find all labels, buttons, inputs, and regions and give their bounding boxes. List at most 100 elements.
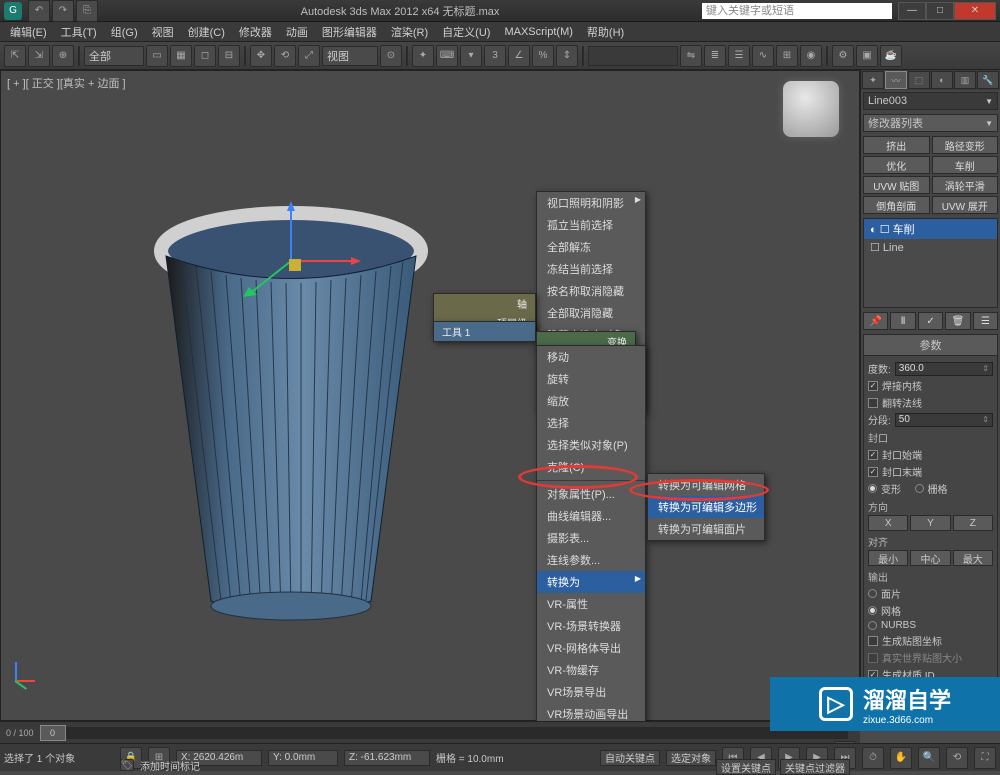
unlink-icon[interactable]: ⇲ xyxy=(28,45,50,67)
ctx-wire-params[interactable]: 连线参数... xyxy=(537,549,645,571)
spinner-snap-icon[interactable]: ⇕ xyxy=(556,45,578,67)
named-selection-dd[interactable] xyxy=(588,46,678,66)
ctx-unfreeze-all[interactable]: 全部解冻 xyxy=(537,236,645,258)
material-icon[interactable]: ◉ xyxy=(800,45,822,67)
coord-y[interactable]: Y: 0.0mm xyxy=(268,750,338,766)
nav-max-icon[interactable]: ⛶ xyxy=(974,747,996,769)
cap-end-checkbox[interactable]: ✓ xyxy=(868,467,878,477)
cap-start-checkbox[interactable]: ✓ xyxy=(868,450,878,460)
mirror-icon[interactable]: ⇋ xyxy=(680,45,702,67)
tab-display-icon[interactable]: ▥ xyxy=(954,71,976,89)
scale-icon[interactable]: ⤢ xyxy=(298,45,320,67)
time-track[interactable]: 0 xyxy=(40,727,848,739)
quad-menu-transform[interactable]: 移动 旋转 缩放 选择 选择类似对象(P) 克隆(C) 对象属性(P)... 曲… xyxy=(536,345,646,726)
render-frame-icon[interactable]: ▣ xyxy=(856,45,878,67)
convert-submenu[interactable]: 转换为可编辑网格 转换为可编辑多边形 转换为可编辑面片 xyxy=(647,473,765,541)
btn-bevelprofile[interactable]: 倒角剖面 xyxy=(863,196,930,214)
ctx-clone[interactable]: 克隆(C) xyxy=(537,456,645,478)
output-patch-radio[interactable] xyxy=(868,589,877,598)
named-sel-icon[interactable]: ▾ xyxy=(460,45,482,67)
tab-create-icon[interactable]: ✦ xyxy=(862,71,884,89)
ctx-curve-editor[interactable]: 曲线编辑器... xyxy=(537,505,645,527)
modifier-stack[interactable]: ◐ ☐ 车削 ☐ Line xyxy=(863,218,998,308)
setkey-button[interactable]: 设置关键点 xyxy=(716,759,776,775)
render-setup-icon[interactable]: ⚙ xyxy=(832,45,854,67)
time-slider[interactable]: 0 / 100 0 xyxy=(0,721,860,743)
tag-icon[interactable]: 🏷 xyxy=(120,759,134,771)
ctx-isolate[interactable]: 孤立当前选择 xyxy=(537,214,645,236)
real-world-checkbox[interactable] xyxy=(868,653,878,663)
viewcube[interactable] xyxy=(783,81,839,137)
menu-graph[interactable]: 图形编辑器 xyxy=(316,22,383,42)
time-config-icon[interactable]: ⏱ xyxy=(862,747,884,769)
ctx-move[interactable]: 移动 xyxy=(537,346,645,368)
time-marker[interactable]: 0 xyxy=(40,725,66,741)
stack-lathe[interactable]: ◐ ☐ 车削 xyxy=(864,219,997,239)
undo-icon[interactable]: ↶ xyxy=(28,0,50,22)
ctx-dope-sheet[interactable]: 摄影表... xyxy=(537,527,645,549)
snap-icon[interactable]: 3 xyxy=(484,45,506,67)
menu-animation[interactable]: 动画 xyxy=(280,22,314,42)
btn-extrude[interactable]: 挤出 xyxy=(863,136,930,154)
move-icon[interactable]: ✥ xyxy=(250,45,272,67)
align-min-button[interactable]: 最小 xyxy=(868,550,908,566)
ctx-vr-scene-export[interactable]: VR场景导出 xyxy=(537,681,645,703)
link-icon[interactable]: ⎘ xyxy=(76,0,98,22)
unique-icon[interactable]: ✓ xyxy=(918,312,943,330)
ctx-scale[interactable]: 缩放 xyxy=(537,390,645,412)
pct-snap-icon[interactable]: % xyxy=(532,45,554,67)
ctx-to-edit-poly[interactable]: 转换为可编辑多边形 xyxy=(648,496,764,518)
nav-orbit-icon[interactable]: ⟲ xyxy=(946,747,968,769)
menu-custom[interactable]: 自定义(U) xyxy=(436,22,496,42)
ctx-vr-scene-conv[interactable]: VR-场景转换器 xyxy=(537,615,645,637)
btn-pathdeform[interactable]: 路径变形 xyxy=(932,136,999,154)
ctx-convert-to[interactable]: 转换为 xyxy=(537,571,645,593)
configure-icon[interactable]: ☰ xyxy=(973,312,998,330)
align-max-button[interactable]: 最大 xyxy=(953,550,993,566)
ctx-viewport-lighting[interactable]: 视口照明和阴影 xyxy=(537,192,645,214)
tab-utilities-icon[interactable]: 🔧 xyxy=(977,71,999,89)
ctx-unhide-all[interactable]: 全部取消隐藏 xyxy=(537,302,645,324)
morph-radio[interactable] xyxy=(868,484,877,493)
close-button[interactable]: ✕ xyxy=(954,2,996,20)
curve-editor-icon[interactable]: ∿ xyxy=(752,45,774,67)
output-mesh-radio[interactable] xyxy=(868,606,877,615)
ctx-select-similar[interactable]: 选择类似对象(P) xyxy=(537,434,645,456)
tab-modify-icon[interactable]: 〰 xyxy=(885,71,907,89)
axis-x-button[interactable]: X xyxy=(868,515,908,531)
gen-uv-checkbox[interactable] xyxy=(868,636,878,646)
menu-tools[interactable]: 工具(T) xyxy=(55,22,103,42)
link-icon[interactable]: ⇱ xyxy=(4,45,26,67)
ctx-vr-props[interactable]: VR-属性 xyxy=(537,593,645,615)
grid-radio[interactable] xyxy=(915,484,924,493)
ctx-to-edit-patch[interactable]: 转换为可编辑面片 xyxy=(648,518,764,540)
keyboard-icon[interactable]: ⌨ xyxy=(436,45,458,67)
menu-render[interactable]: 渲染(R) xyxy=(385,22,434,42)
align-icon[interactable]: ≣ xyxy=(704,45,726,67)
modifier-list-dd[interactable]: 修改器列表 xyxy=(863,114,998,132)
maximize-button[interactable]: □ xyxy=(926,2,954,20)
cup-object[interactable] xyxy=(141,201,441,631)
menu-create[interactable]: 创建(C) xyxy=(182,22,231,42)
remove-mod-icon[interactable]: 🗑 xyxy=(945,312,970,330)
menu-modifier[interactable]: 修改器 xyxy=(233,22,278,42)
ref-coord-dd[interactable]: 视图 xyxy=(322,46,378,66)
btn-lathe[interactable]: 车削 xyxy=(932,156,999,174)
key-filter-dd[interactable]: 选定对象 xyxy=(666,750,716,766)
render-icon[interactable]: ☕ xyxy=(880,45,902,67)
axis-y-button[interactable]: Y xyxy=(910,515,950,531)
menu-view[interactable]: 视图 xyxy=(146,22,180,42)
ctx-unhide-name[interactable]: 按名称取消隐藏 xyxy=(537,280,645,302)
ctx-freeze-sel[interactable]: 冻结当前选择 xyxy=(537,258,645,280)
weld-core-checkbox[interactable]: ✓ xyxy=(868,381,878,391)
nav-zoom-icon[interactable]: 🔍 xyxy=(918,747,940,769)
align-center-button[interactable]: 中心 xyxy=(910,550,950,566)
flip-normals-checkbox[interactable] xyxy=(868,398,878,408)
ctx-select[interactable]: 选择 xyxy=(537,412,645,434)
layer-icon[interactable]: ☰ xyxy=(728,45,750,67)
pin-stack-icon[interactable]: 📌 xyxy=(863,312,888,330)
ctx-vr-mesh-export[interactable]: VR-网格体导出 xyxy=(537,637,645,659)
menu-group[interactable]: 组(G) xyxy=(105,22,144,42)
pivot-icon[interactable]: ⊙ xyxy=(380,45,402,67)
rotate-icon[interactable]: ⟲ xyxy=(274,45,296,67)
